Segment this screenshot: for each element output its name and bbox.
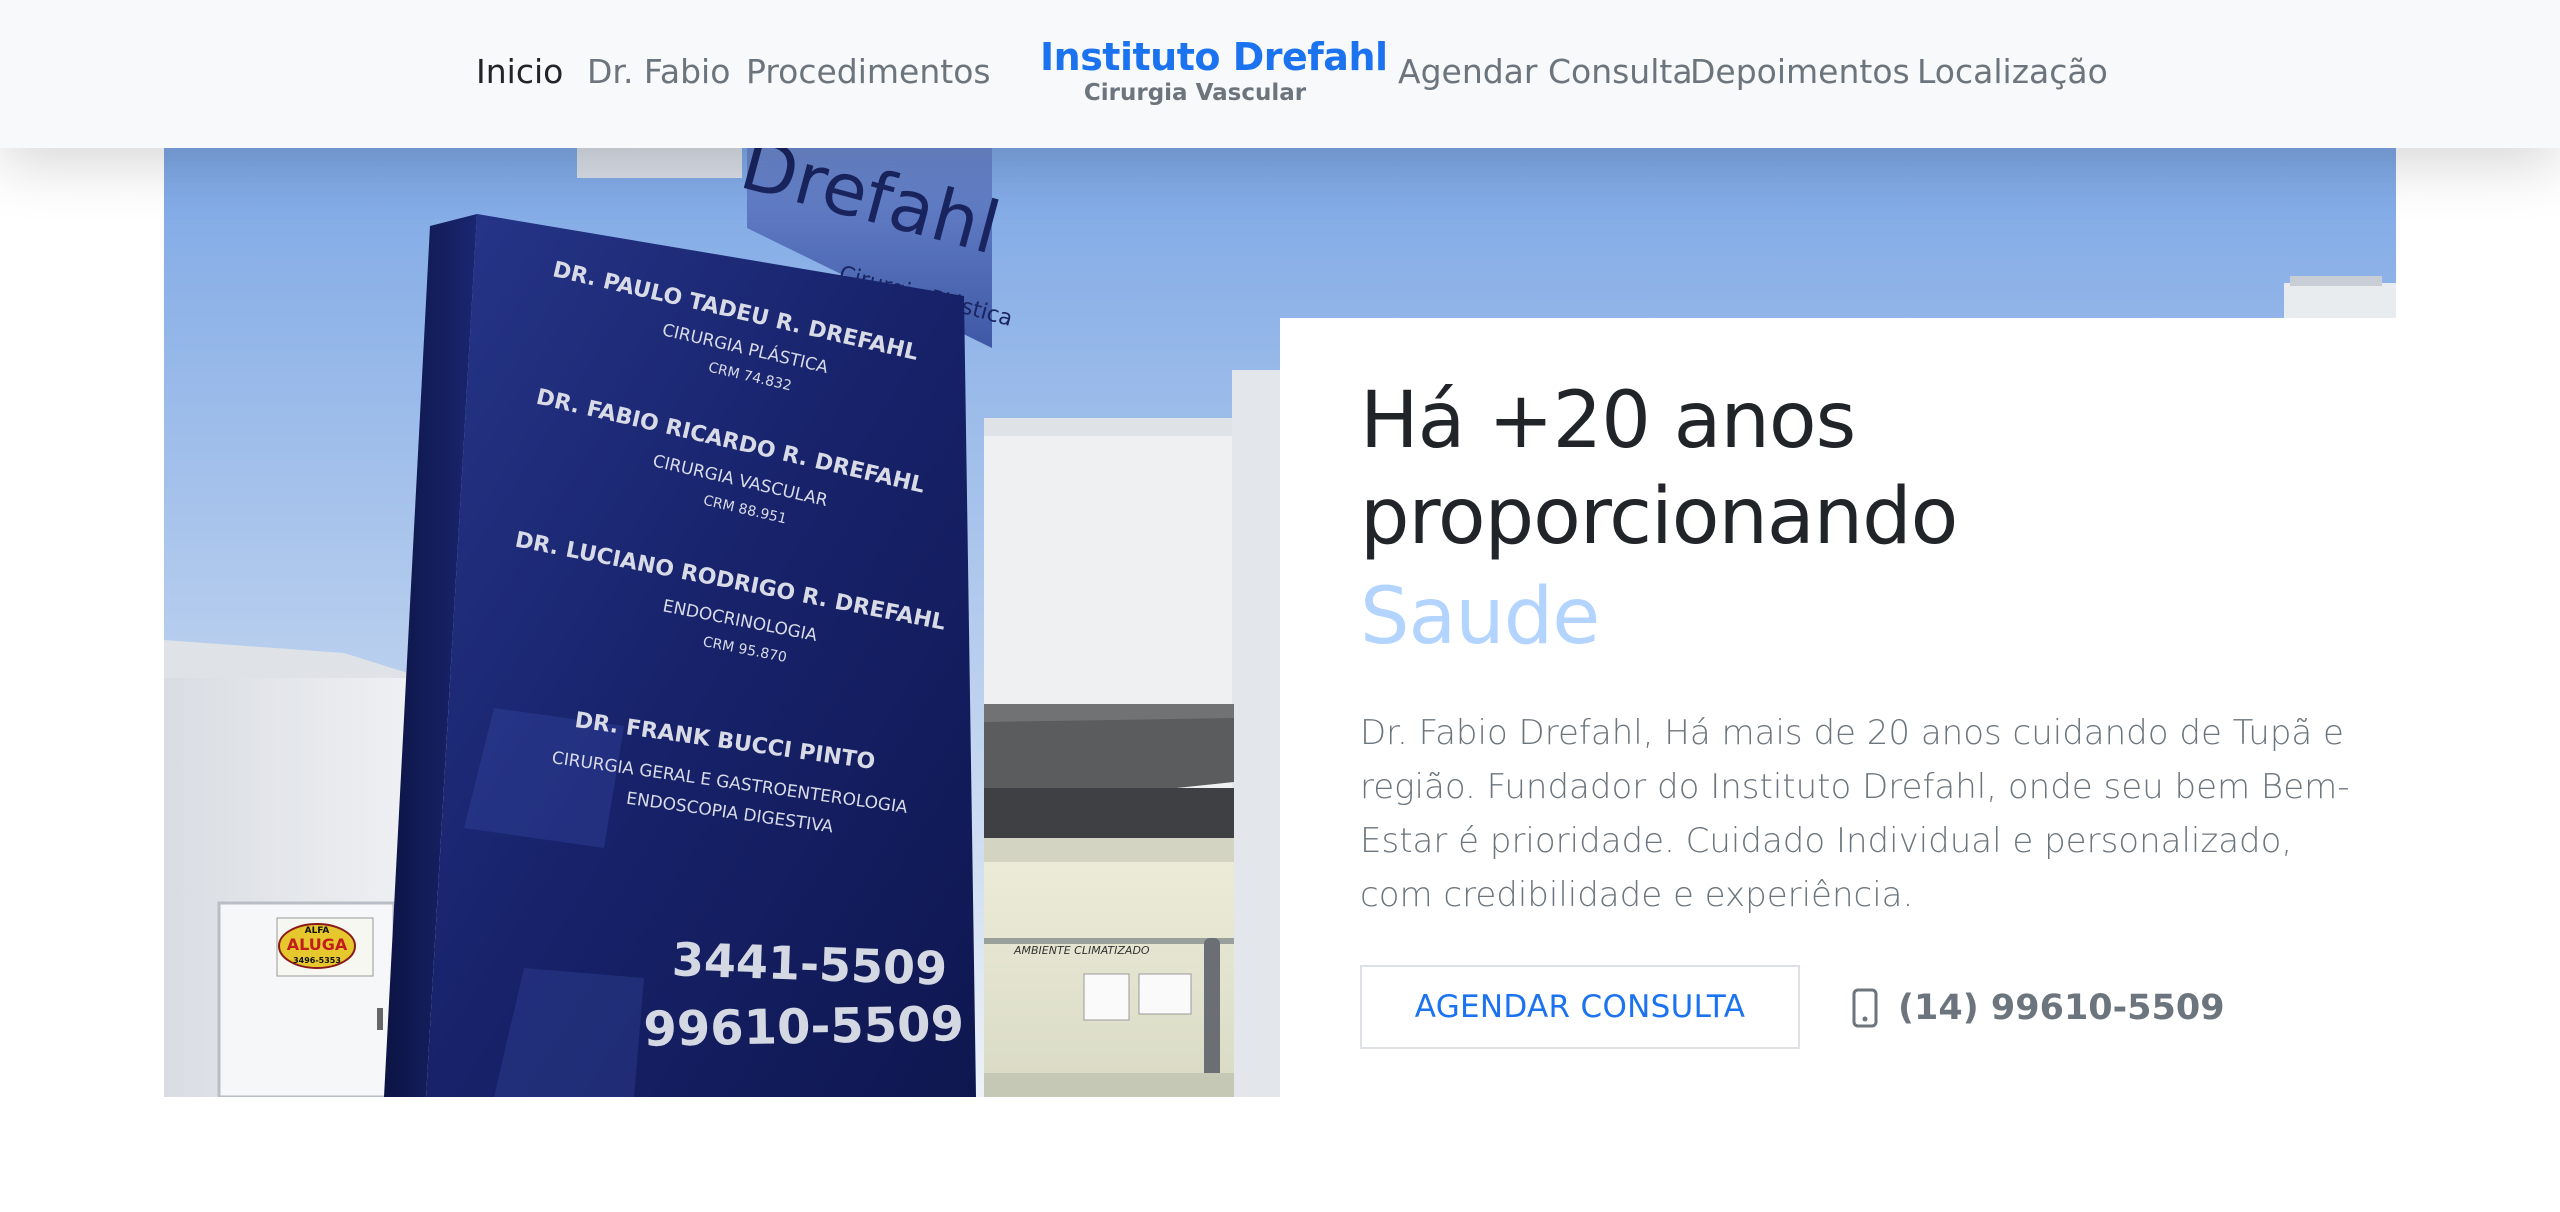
nav-link-localizacao[interactable]: Localização	[1917, 50, 2108, 94]
nav-link-procedimentos[interactable]: Procedimentos	[746, 50, 991, 94]
brand-logo[interactable]: Instituto Drefahl Cirurgia Vascular	[1040, 34, 1388, 106]
store-sign-text: AMBIENTE CLIMATIZADO	[1013, 944, 1150, 957]
hero-heading-text: Há +20 anos proporcionando	[1360, 376, 1958, 562]
phone-icon	[1852, 988, 1878, 1028]
sign-phone-2: 99610-5509	[643, 996, 964, 1058]
phone-number: (14) 99610-5509	[1898, 988, 2225, 1028]
hero-heading-highlight: Saude	[1360, 572, 1600, 662]
schedule-appointment-button[interactable]: AGENDAR CONSULTA	[1360, 965, 1800, 1049]
hero-description: Dr. Fabio Drefahl, Há mais de 20 anos cu…	[1360, 713, 2350, 915]
navbar: Inicio Dr. Fabio Procedimentos Instituto…	[0, 0, 2560, 148]
sign-phone-1: 3441-5509	[671, 932, 948, 996]
brand-title: Instituto Drefahl	[1040, 35, 1388, 79]
nav-link-inicio[interactable]: Inicio	[476, 50, 563, 94]
nav-link-agendar-consulta[interactable]: Agendar Consulta	[1398, 50, 1693, 94]
rent-sign-main-text: ALUGA	[287, 935, 348, 954]
rent-sign-phone-text: 3496-5353	[293, 956, 341, 965]
nav-link-dr-fabio[interactable]: Dr. Fabio	[587, 50, 730, 94]
rent-sign: ALFA ALUGA 3496-5353	[276, 917, 374, 977]
phone-link[interactable]: (14) 99610-5509	[1852, 983, 2225, 1033]
hero-heading: Há +20 anos proporcionando Saude	[1360, 373, 2260, 665]
hero-card: Há +20 anos proporcionando Saude Dr. Fab…	[1280, 318, 2396, 1098]
brand-subtitle: Cirurgia Vascular	[1083, 80, 1307, 106]
nav-link-depoimentos[interactable]: Depoimentos	[1690, 50, 1910, 94]
